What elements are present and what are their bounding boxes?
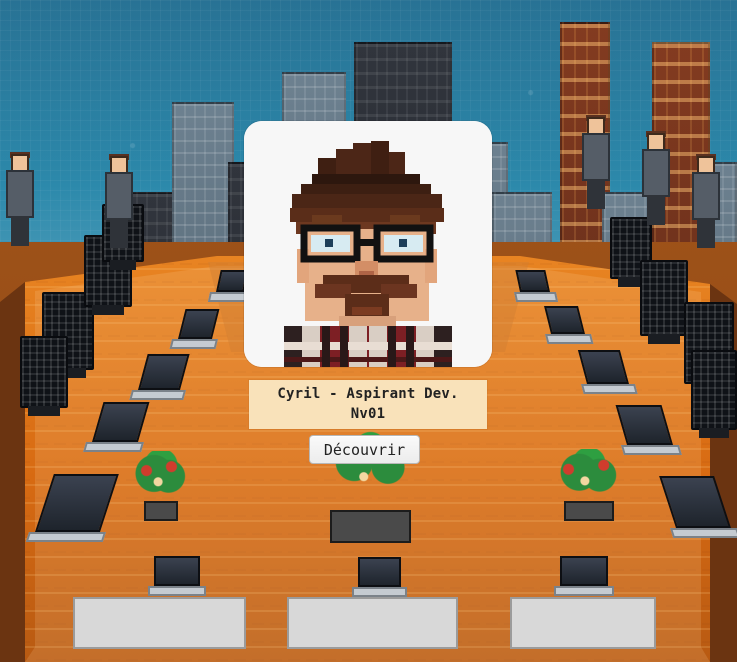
player-level-line: Nv01 [350,406,386,422]
pixel-person [685,154,727,276]
plant [548,449,630,521]
player-name-panel: Cyril - Aspirant Dev. Nv01 [249,380,487,429]
pixel-person [635,131,677,257]
laptop [514,270,559,302]
tablet [287,597,458,649]
laptop [554,556,614,596]
pixel-person [98,154,140,252]
laptop [352,557,407,597]
profile-card: Cyril - Aspirant Dev. Nv01 Découvrir [244,121,492,464]
plant [132,451,190,521]
pixel-person [0,152,40,264]
laptop [544,306,594,344]
player-name-line-1: Cyril - Aspirant Dev. [277,386,459,402]
avatar-frame [244,121,492,367]
pixel-avatar [244,121,492,367]
pixel-person [575,115,617,231]
tablet [510,597,656,649]
chair [20,336,68,416]
laptop [148,556,206,596]
laptop [577,350,638,394]
chair [691,350,737,438]
discover-button[interactable]: Découvrir [309,435,420,464]
chair [640,260,688,344]
tablet [73,597,246,649]
